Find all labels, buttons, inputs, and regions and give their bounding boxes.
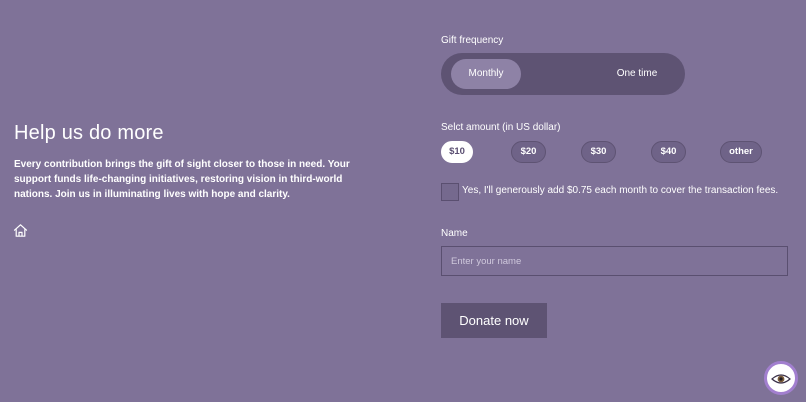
home-icon[interactable] [13,223,28,238]
donation-page: Help us do more Every contribution bring… [0,0,806,402]
name-label: Name [441,228,468,239]
intro-text: Every contribution brings the gift of si… [14,159,350,200]
amount-30-button[interactable]: $30 [581,141,616,163]
page-title: Help us do more [14,122,164,144]
name-input[interactable] [441,246,788,276]
amount-10-button[interactable]: $10 [441,141,473,163]
amount-options: $10 $20 $30 $40 other [441,141,781,163]
gift-frequency-toggle: Monthly One time [441,53,685,95]
amount-40-button[interactable]: $40 [651,141,686,163]
cover-fees-label: Yes, I'll generously add $0.75 each mont… [462,185,779,196]
amount-label: Selct amount (in US dollar) [441,122,561,133]
cover-fees-checkbox[interactable] [441,183,459,201]
donate-now-button[interactable]: Donate now [441,303,547,338]
accessibility-widget-button[interactable] [764,361,798,395]
frequency-one-time-option[interactable]: One time [601,59,673,89]
gift-frequency-label: Gift frequency [441,35,504,46]
amount-20-button[interactable]: $20 [511,141,546,163]
amount-other-button[interactable]: other [720,141,762,163]
frequency-monthly-option[interactable]: Monthly [451,59,521,89]
